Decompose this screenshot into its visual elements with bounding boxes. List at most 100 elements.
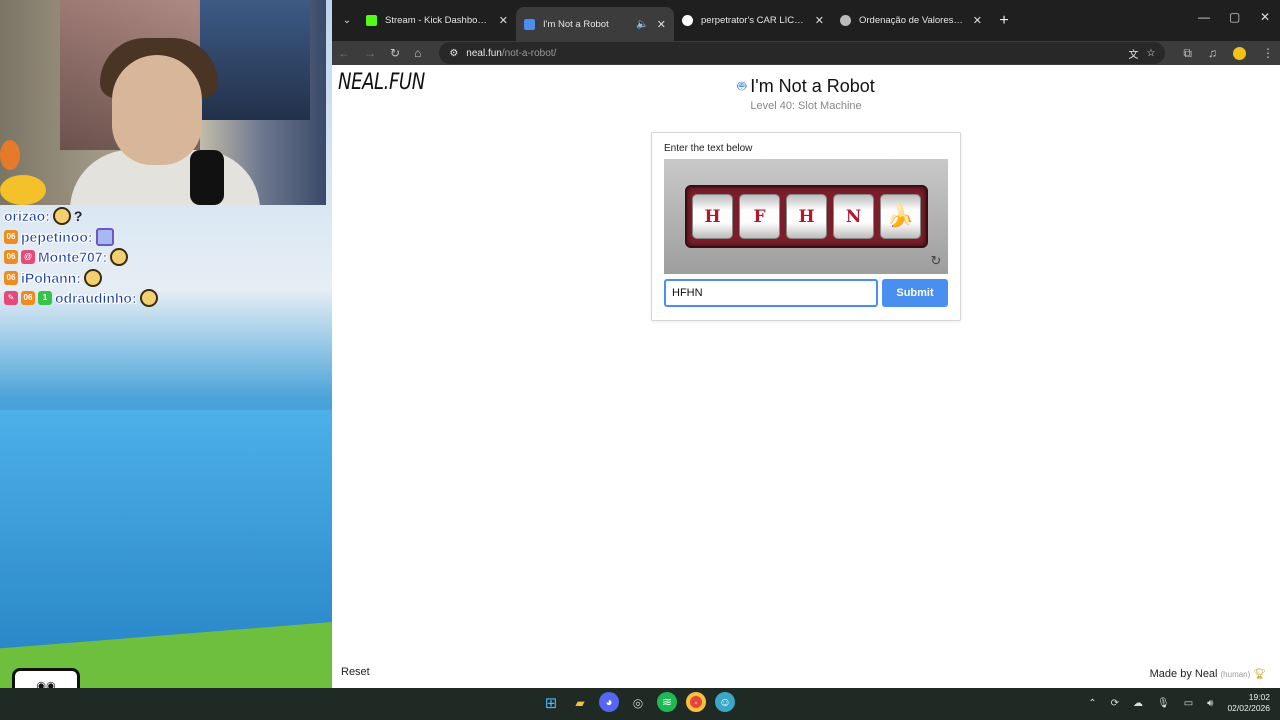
- reload-icon[interactable]: ↻: [390, 46, 400, 60]
- slot-reel: F: [739, 194, 780, 239]
- made-by-text: Made by Neal: [1149, 668, 1218, 680]
- sub-badge-icon: 06: [4, 229, 18, 244]
- chat-username: odraudinho:: [55, 290, 137, 307]
- chat-username: Monte707:: [38, 249, 108, 266]
- reset-button[interactable]: Reset: [341, 666, 370, 678]
- url-domain: neal.fun: [466, 47, 502, 59]
- sub-badge-icon: 06: [4, 270, 18, 285]
- clock-time: 19:02: [1248, 692, 1270, 702]
- captcha-answer-input[interactable]: [664, 279, 878, 307]
- kick-favicon-icon: [366, 15, 377, 26]
- tab-car-license[interactable]: perpetrator's CAR LICENSE - Pe ✕: [674, 6, 832, 36]
- taskbar-apps: ⊞ ▰ ◕ ◎ ≋ · ☺: [541, 692, 735, 714]
- chat-text: ?: [73, 208, 83, 225]
- ring-light: [0, 175, 46, 205]
- close-tab-icon[interactable]: ✕: [499, 14, 508, 27]
- menu-kebab-icon[interactable]: ⋮: [1262, 46, 1274, 60]
- tray-chevron-up-icon[interactable]: ⌃: [1088, 698, 1096, 709]
- maximize-icon[interactable]: ▢: [1229, 10, 1240, 24]
- close-tab-icon[interactable]: ✕: [973, 14, 982, 27]
- refresh-captcha-icon[interactable]: ↻: [929, 254, 943, 268]
- game-water: [0, 410, 332, 650]
- web-page: NEAL.FUN 🤖︎ I'm Not a Robot Level 40: Sl…: [332, 65, 1280, 688]
- translate-icon[interactable]: 文: [1128, 46, 1138, 61]
- chat-message: 06 @ Monte707:: [4, 247, 324, 268]
- captcha-prompt: Enter the text below: [664, 143, 753, 154]
- back-arrow-icon[interactable]: ←: [338, 46, 350, 60]
- tab-kick-dashboard[interactable]: Stream - Kick Dashboard ✕: [358, 6, 516, 36]
- streamer-head: [112, 55, 202, 165]
- microphone: [190, 150, 224, 205]
- clock[interactable]: 19:02 02/02/2026: [1227, 692, 1270, 714]
- webcam-feed: [0, 0, 326, 205]
- system-tray: ⌃ ⟳ ☁ 🎙︎ ▭ 🔊︎ 19:02 02/02/2026: [1088, 692, 1270, 714]
- obs-icon[interactable]: ◎: [628, 692, 648, 714]
- page-title: 🤖︎ I'm Not a Robot: [332, 76, 1280, 97]
- forward-arrow-icon[interactable]: →: [364, 46, 376, 60]
- globe-favicon-icon: [840, 15, 851, 26]
- slot-reel: N: [833, 194, 874, 239]
- tab-title: perpetrator's CAR LICENSE - Pe: [701, 15, 807, 26]
- close-tab-icon[interactable]: ✕: [815, 14, 824, 27]
- robot-favicon-icon: [524, 18, 535, 30]
- lamp: [0, 140, 20, 170]
- level-subtitle: Level 40: Slot Machine: [750, 100, 862, 112]
- close-tab-icon[interactable]: ✕: [657, 18, 666, 31]
- chat-overlay: orizao: ? 06 pepetinoo: 06 @ Monte707: 0…: [4, 206, 324, 309]
- tab-title: I'm Not a Robot: [543, 18, 609, 30]
- slot-reel-banana-icon: 🍌: [880, 194, 921, 239]
- tab-title: Stream - Kick Dashboard: [385, 15, 491, 26]
- gift-badge-icon: 1: [38, 291, 52, 306]
- browser-toolbar: ← → ↻ ⌂ ⚙ neal.fun/not-a-robot/ 文 ☆ ⧉ ♫ …: [332, 41, 1280, 65]
- spotify-icon[interactable]: ≋: [657, 692, 677, 712]
- robot-icon: 🤖︎: [737, 78, 747, 95]
- extensions-icon[interactable]: ⧉: [1183, 46, 1192, 61]
- tab-ordenacao[interactable]: Ordenação de Valores Matemát ✕: [832, 6, 990, 36]
- media-control-icon[interactable]: ♫: [1208, 46, 1217, 60]
- page-title-text: I'm Not a Robot: [750, 76, 875, 96]
- emote-icon: [139, 289, 158, 308]
- network-icon[interactable]: ▭: [1184, 698, 1193, 709]
- bookmark-star-icon[interactable]: ☆: [1146, 48, 1155, 59]
- new-tab-plus-icon[interactable]: +: [990, 12, 1018, 30]
- tab-title: Ordenação de Valores Matemát: [859, 15, 965, 26]
- minimize-icon[interactable]: —: [1198, 10, 1210, 24]
- window-close-icon[interactable]: ✕: [1260, 10, 1270, 24]
- microphone-icon[interactable]: 🎙︎: [1157, 698, 1170, 709]
- chat-username: iPohann:: [21, 269, 81, 286]
- windows-start-icon[interactable]: ⊞: [541, 692, 561, 714]
- streamer-logo-icon: ◉◉: [12, 668, 80, 688]
- pen-badge-icon: ✎: [4, 291, 18, 306]
- tab-bar: ⌄ Stream - Kick Dashboard ✕ I'm Not a Ro…: [332, 0, 1280, 41]
- mod-badge-icon: @: [21, 250, 35, 265]
- stream-overlay: orizao: ? 06 pepetinoo: 06 @ Monte707: 0…: [0, 0, 332, 688]
- address-bar[interactable]: ⚙ neal.fun/not-a-robot/ 文 ☆: [439, 42, 1166, 64]
- google-favicon-icon: [682, 15, 693, 26]
- trophy-icon: 🏆︎: [1253, 668, 1266, 680]
- audio-icon[interactable]: 🔈: [636, 19, 648, 30]
- slot-machine: H F H N 🍌: [685, 185, 928, 248]
- site-info-icon[interactable]: ⚙: [449, 48, 458, 59]
- cloud-icon[interactable]: ☁: [1133, 698, 1143, 709]
- tab-search-chevron-icon[interactable]: ⌄: [336, 15, 358, 26]
- chat-username: orizao:: [4, 208, 50, 225]
- clock-date: 02/02/2026: [1227, 703, 1270, 713]
- home-icon[interactable]: ⌂: [414, 46, 421, 60]
- sub-badge-icon: 06: [21, 291, 35, 306]
- volume-icon[interactable]: 🔊︎: [1207, 698, 1213, 709]
- wall-poster: [200, 0, 310, 120]
- chat-message: orizao: ?: [4, 206, 324, 227]
- sync-icon[interactable]: ⟳: [1111, 698, 1119, 709]
- profile-avatar[interactable]: [1233, 46, 1246, 60]
- game-launcher-icon[interactable]: ☺: [715, 692, 735, 712]
- submit-button[interactable]: Submit: [882, 279, 948, 307]
- url-path: /not-a-robot/: [501, 47, 557, 59]
- emote-icon: [52, 207, 71, 226]
- tab-not-a-robot[interactable]: I'm Not a Robot 🔈 ✕: [516, 7, 674, 41]
- captcha-image: H F H N 🍌 ↻: [664, 159, 948, 274]
- discord-icon[interactable]: ◕: [599, 692, 619, 712]
- chat-message: 06 pepetinoo:: [4, 227, 324, 248]
- chrome-icon[interactable]: ·: [686, 692, 706, 712]
- made-by-credit[interactable]: Made by Neal (human) 🏆︎: [1150, 668, 1266, 680]
- file-explorer-icon[interactable]: ▰: [570, 692, 590, 714]
